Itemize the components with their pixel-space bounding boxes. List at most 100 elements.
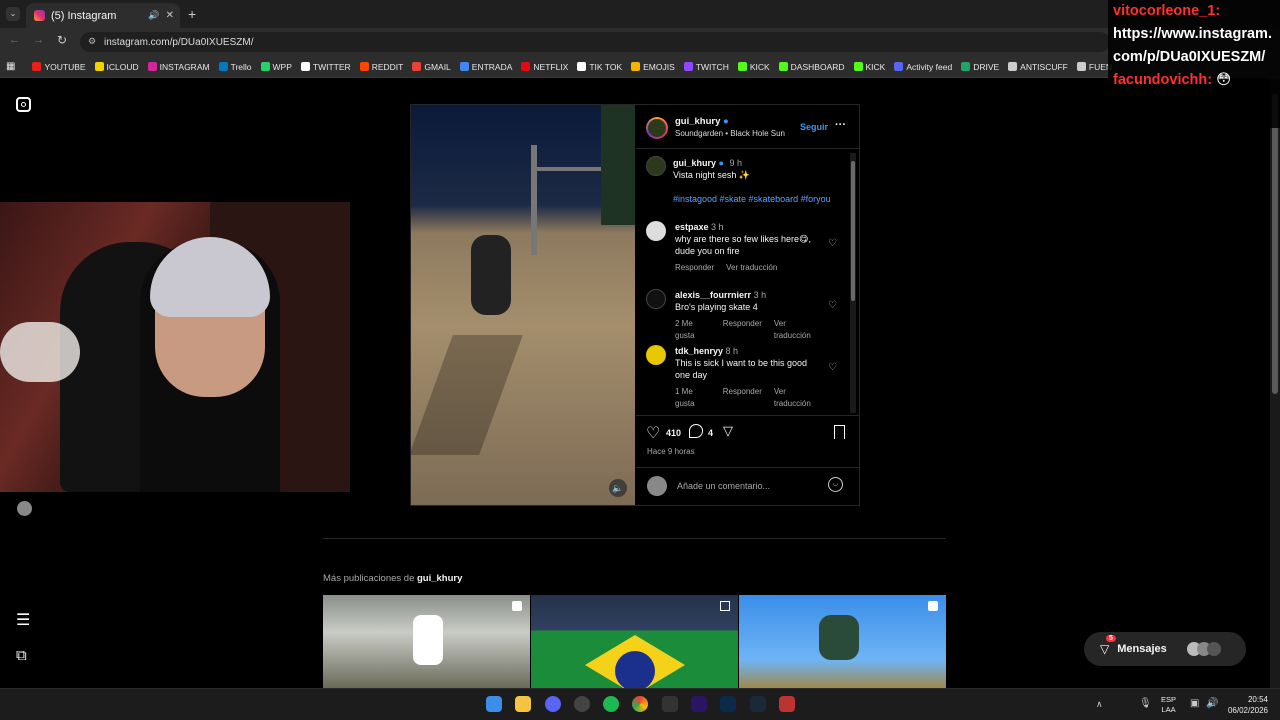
bookmark-item[interactable]: GMAIL bbox=[412, 62, 451, 72]
post-thumbnail[interactable] bbox=[531, 595, 738, 688]
close-icon[interactable]: ✕ bbox=[166, 10, 174, 21]
obs-icon[interactable] bbox=[574, 696, 590, 712]
bookmark-item[interactable]: KICK bbox=[737, 62, 770, 72]
tab-search-button[interactable]: ⌄ bbox=[6, 7, 20, 21]
forward-icon[interactable]: → bbox=[33, 34, 44, 46]
comment-input[interactable]: Añade un comentario... bbox=[677, 481, 770, 491]
hashtags[interactable]: #instagood #skate #skateboard #foryou bbox=[673, 193, 873, 205]
like-comment-icon[interactable]: ♡ bbox=[828, 363, 837, 373]
language-indicator[interactable]: ESP LAA bbox=[1161, 695, 1176, 715]
save-icon[interactable] bbox=[834, 425, 845, 439]
bookmark-item[interactable]: TWITCH bbox=[683, 62, 729, 72]
post-thumbnail[interactable] bbox=[323, 595, 530, 688]
carousel-badge-icon bbox=[720, 601, 730, 611]
comment-avatar[interactable] bbox=[646, 345, 666, 365]
volume-icon[interactable]: 🔈 bbox=[609, 479, 627, 497]
share-icon[interactable]: ▽ bbox=[723, 423, 733, 439]
comment-user[interactable]: estpaxe bbox=[675, 222, 709, 232]
instagram-logo-icon[interactable] bbox=[16, 97, 31, 112]
bookmark-item[interactable]: DRIVE bbox=[961, 62, 999, 72]
bookmark-icon bbox=[961, 62, 971, 71]
reply-button[interactable]: Responder bbox=[675, 262, 714, 274]
bookmark-item[interactable]: DASHBOARD bbox=[778, 62, 845, 72]
caption-avatar[interactable] bbox=[646, 156, 666, 176]
comment-avatar[interactable] bbox=[646, 221, 666, 241]
profile-avatar[interactable] bbox=[17, 501, 32, 516]
bookmark-item[interactable]: KICK bbox=[853, 62, 885, 72]
like-comment-icon[interactable]: ♡ bbox=[828, 239, 837, 249]
song-label[interactable]: Soundgarden • Black Hole Sun bbox=[675, 129, 785, 138]
more-options-icon[interactable]: ··· bbox=[835, 119, 846, 131]
reply-button[interactable]: Responder bbox=[723, 386, 762, 410]
clock[interactable]: 20:54 06/02/2026 bbox=[1222, 694, 1268, 716]
premiere-icon[interactable] bbox=[691, 696, 707, 712]
app-icon[interactable] bbox=[779, 696, 795, 712]
comment-user[interactable]: alexis__fourrnierr bbox=[675, 290, 751, 300]
like-comment-icon[interactable]: ♡ bbox=[828, 301, 837, 311]
volume-tray-icon[interactable]: 🔊 bbox=[1206, 698, 1218, 709]
messages-button[interactable]: ▽ 5 Mensajes bbox=[1084, 632, 1246, 666]
bookmark-item[interactable]: WPP bbox=[260, 62, 292, 72]
bookmark-item[interactable]: ENTRADA bbox=[459, 62, 512, 72]
comment-likes[interactable]: 2 Me gusta bbox=[675, 318, 711, 342]
wifi-icon[interactable]: ▣ bbox=[1190, 698, 1199, 709]
follow-button[interactable]: Seguir bbox=[800, 122, 828, 132]
translate-button[interactable]: Ver traducción bbox=[774, 386, 820, 410]
comment-likes[interactable]: 1 Me gusta bbox=[675, 386, 711, 410]
comment-avatar[interactable] bbox=[646, 289, 666, 309]
windows-start-icon[interactable] bbox=[486, 696, 502, 712]
bookmark-item[interactable]: FUEN bbox=[1076, 62, 1112, 72]
tab-instagram[interactable]: (5) Instagram 🔊 ✕ bbox=[26, 3, 180, 28]
reload-icon[interactable]: ↻ bbox=[57, 33, 67, 47]
photoshop-icon[interactable] bbox=[720, 696, 736, 712]
translate-button[interactable]: Ver traducción bbox=[726, 262, 777, 274]
comment-user[interactable]: tdk_henryy bbox=[675, 346, 723, 356]
spotify-icon[interactable] bbox=[603, 696, 619, 712]
file-explorer-icon[interactable] bbox=[515, 696, 531, 712]
bookmark-item[interactable]: Trello bbox=[218, 62, 252, 72]
comment-icon[interactable] bbox=[689, 424, 703, 438]
bookmark-label: EMOJIS bbox=[643, 61, 675, 72]
bookmark-item[interactable]: ANTISCUFF bbox=[1008, 62, 1068, 72]
like-count[interactable]: 410 bbox=[666, 428, 681, 438]
post-video[interactable]: 🔈 bbox=[411, 105, 635, 505]
more-apps-icon[interactable]: ⧉ bbox=[16, 647, 27, 664]
apps-icon[interactable]: ▦ bbox=[6, 61, 15, 72]
address-input[interactable]: ⚙ instagram.com/p/DUa0IXUESZM/ bbox=[80, 32, 1110, 52]
back-icon[interactable]: ← bbox=[9, 34, 20, 46]
chrome-icon[interactable] bbox=[632, 696, 648, 712]
bookmark-icon bbox=[577, 62, 587, 71]
bookmark-item[interactable]: Activity feed bbox=[894, 62, 952, 72]
scrollbar[interactable] bbox=[850, 153, 856, 413]
post-thumbnail[interactable] bbox=[739, 595, 946, 688]
steam-app-icon[interactable] bbox=[662, 696, 678, 712]
menu-icon[interactable]: ☰ bbox=[16, 610, 30, 630]
bookmark-item[interactable]: TIK TOK bbox=[577, 62, 622, 72]
bookmark-item[interactable]: NETFLIX bbox=[521, 62, 568, 72]
speaker-icon[interactable]: 🔊 bbox=[148, 10, 159, 21]
avatar-stack bbox=[1186, 642, 1221, 656]
tray-chevron-icon[interactable]: ∧ bbox=[1096, 699, 1103, 710]
bookmark-item[interactable]: INSTAGRAM bbox=[147, 62, 210, 72]
steam-icon[interactable] bbox=[750, 696, 766, 712]
new-tab-button[interactable]: + bbox=[188, 6, 196, 22]
bookmark-item[interactable]: REDDIT bbox=[359, 62, 403, 72]
like-icon[interactable]: ♡ bbox=[646, 423, 660, 443]
caption-user[interactable]: gui_khury bbox=[673, 158, 716, 168]
bookmark-icon bbox=[94, 62, 104, 71]
mic-icon[interactable]: 🎙 bbox=[1139, 698, 1152, 709]
reply-button[interactable]: Responder bbox=[723, 318, 762, 342]
emoji-icon[interactable]: ◡ bbox=[828, 477, 843, 492]
discord-icon[interactable] bbox=[545, 696, 561, 712]
page-scrollbar[interactable] bbox=[1270, 78, 1280, 688]
site-info-icon[interactable]: ⚙ bbox=[88, 36, 96, 47]
translate-button[interactable]: Ver traducción bbox=[774, 318, 820, 342]
bookmark-item[interactable]: TWITTER bbox=[300, 62, 351, 72]
bookmark-item[interactable]: YOUTUBE bbox=[32, 62, 86, 72]
author-avatar[interactable] bbox=[646, 117, 668, 139]
bookmark-item[interactable]: ICLOUD bbox=[94, 62, 139, 72]
author-username[interactable]: gui_khury ● bbox=[675, 116, 729, 127]
more-posts-user[interactable]: gui_khury bbox=[417, 573, 462, 584]
comment-count[interactable]: 4 bbox=[708, 428, 713, 438]
bookmark-item[interactable]: EMOJIS bbox=[631, 62, 675, 72]
